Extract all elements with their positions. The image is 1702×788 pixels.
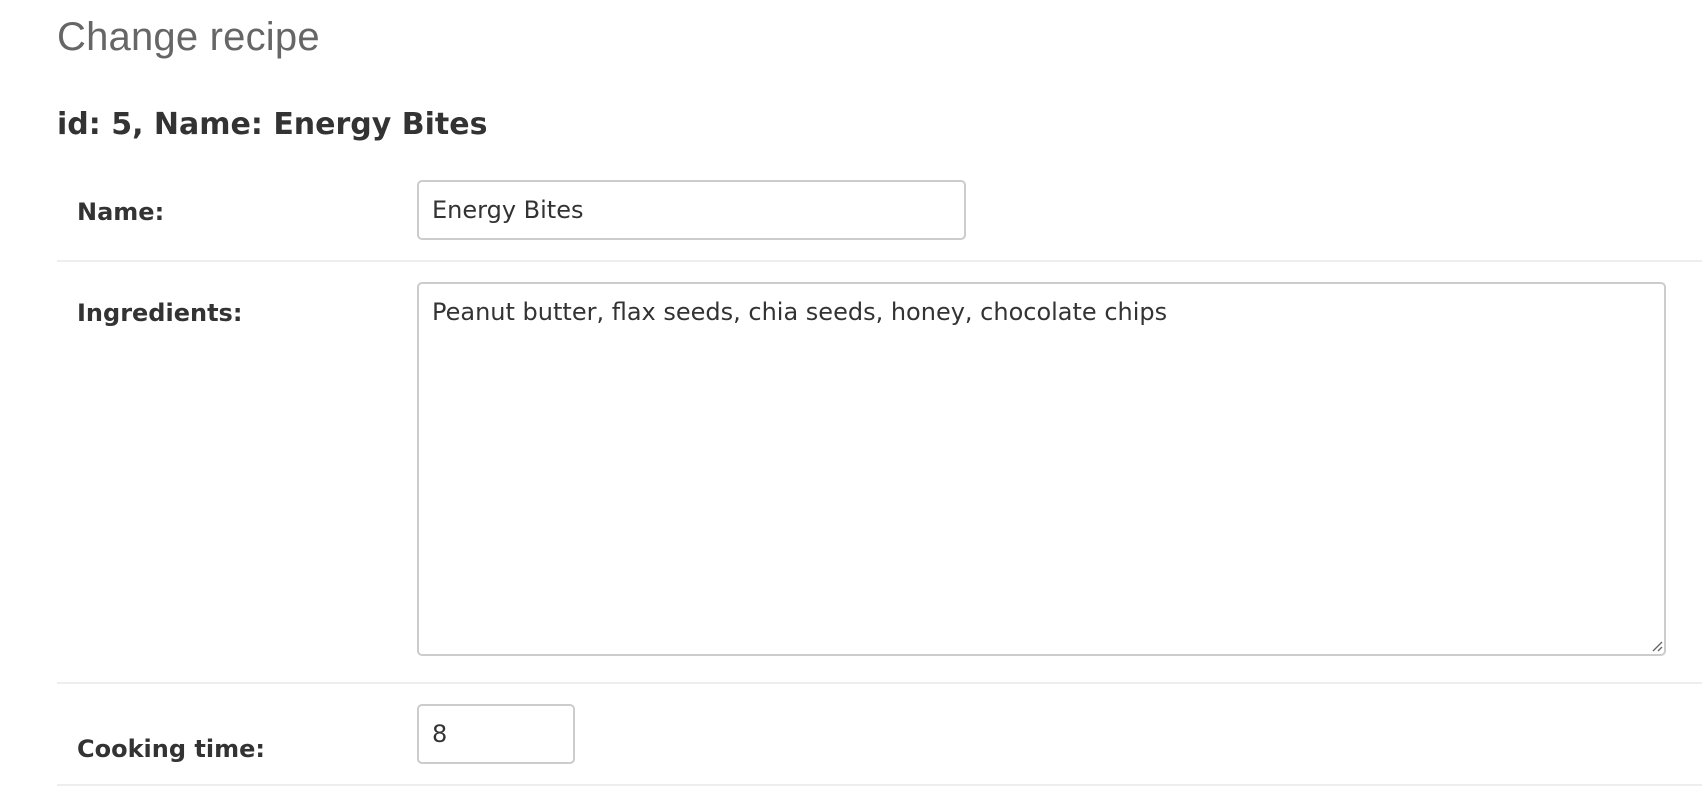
- resize-grip-icon[interactable]: [1651, 640, 1663, 652]
- record-heading: id: 5, Name: Energy Bites: [57, 107, 488, 142]
- form-row-cooking-time: Cooking time:: [57, 684, 1702, 786]
- form-row-name: Name:: [57, 170, 1702, 262]
- cooking-time-field[interactable]: [417, 704, 575, 764]
- name-field[interactable]: [417, 180, 966, 240]
- ingredients-label: Ingredients:: [77, 299, 243, 327]
- ingredients-textarea[interactable]: Peanut butter, flax seeds, chia seeds, h…: [417, 282, 1666, 656]
- name-label: Name:: [77, 198, 165, 226]
- page-title: Change recipe: [57, 15, 320, 59]
- cooking-time-label: Cooking time:: [77, 735, 265, 763]
- form-row-ingredients: Ingredients: Peanut butter, flax seeds, …: [57, 262, 1702, 684]
